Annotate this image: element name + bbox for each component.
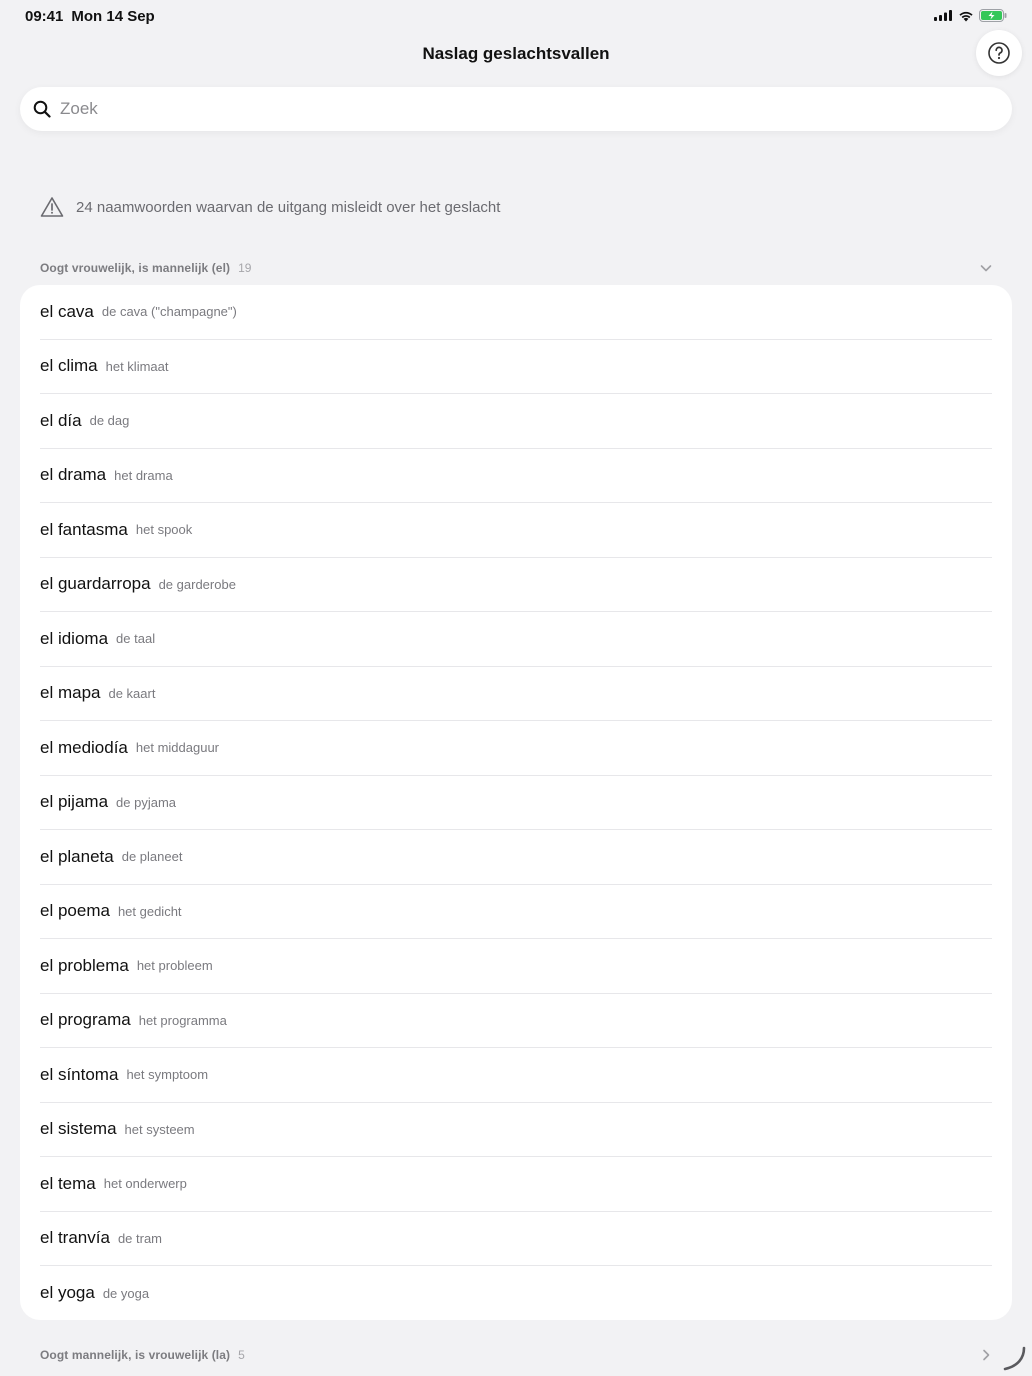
warning-icon bbox=[40, 197, 64, 217]
list-item-translation: het symptoom bbox=[126, 1067, 209, 1083]
list-item[interactable]: el poema het gedicht bbox=[40, 885, 992, 939]
help-button[interactable] bbox=[976, 30, 1022, 76]
section-count: 5 bbox=[238, 1348, 245, 1362]
section-header-feminine[interactable]: Oogt mannelijk, is vrouwelijk (la) 5 bbox=[40, 1345, 1000, 1365]
list-item-translation: de kaart bbox=[108, 685, 156, 701]
status-time: 09:41 Mon 14 Sep bbox=[25, 8, 155, 25]
list-item-translation: het klimaat bbox=[105, 358, 169, 374]
list-item[interactable]: el síntoma het symptoom bbox=[40, 1048, 992, 1103]
list-item[interactable]: el sistema het systeem bbox=[40, 1103, 992, 1157]
list-item-translation: het systeem bbox=[124, 1121, 195, 1137]
list-item-translation: de planeet bbox=[121, 849, 183, 865]
list-item-translation: het onderwerp bbox=[103, 1176, 187, 1192]
list-item-word: el síntoma bbox=[40, 1064, 119, 1084]
list-item-word: el clima bbox=[40, 356, 98, 376]
list-item-word: el pijama bbox=[40, 792, 109, 812]
list-item[interactable]: el planeta de planeet bbox=[40, 830, 992, 885]
list-item-word: el cava bbox=[40, 301, 94, 321]
list-item-word: el problema bbox=[40, 955, 129, 975]
list-item-translation: de cava ("champagne") bbox=[101, 304, 237, 320]
list-item-word: el sistema bbox=[40, 1119, 117, 1139]
list-item[interactable]: el mapa de kaart bbox=[40, 667, 992, 721]
notice: 24 naamwoorden waarvan de uitgang mislei… bbox=[40, 196, 500, 218]
list-item-word: el idioma bbox=[40, 628, 109, 648]
list-item-translation: het probleem bbox=[136, 958, 213, 974]
list-item[interactable]: el pijama de pyjama bbox=[40, 776, 992, 830]
list-item-translation: de pyjama bbox=[116, 794, 177, 810]
list-item-translation: de garderobe bbox=[158, 576, 236, 592]
list-item-word: el mapa bbox=[40, 683, 101, 703]
list-item-translation: het gedicht bbox=[117, 903, 182, 919]
list-item[interactable]: el cava de cava ("champagne") bbox=[40, 285, 992, 340]
section-title: Oogt vrouwelijk, is mannelijk (el) bbox=[40, 261, 231, 275]
list-item-word: el mediodía bbox=[40, 737, 128, 757]
list-item[interactable]: el día de dag bbox=[40, 394, 992, 449]
list-item-word: el día bbox=[40, 410, 82, 430]
list-item[interactable]: el mediodía het middaguur bbox=[40, 721, 992, 776]
list-item-translation: de taal bbox=[116, 631, 156, 647]
list-item-word: el yoga bbox=[40, 1283, 95, 1303]
search-icon bbox=[33, 100, 51, 118]
list-item-word: el tema bbox=[40, 1173, 96, 1193]
section-title: Oogt mannelijk, is vrouwelijk (la) bbox=[40, 1348, 231, 1362]
list-item-translation: het drama bbox=[114, 467, 173, 483]
section-count: 19 bbox=[238, 261, 252, 275]
list-item-translation: het middaguur bbox=[135, 740, 220, 756]
list-item-word: el programa bbox=[40, 1010, 131, 1030]
list-item-word: el tranvía bbox=[40, 1228, 110, 1248]
list-item-word: el drama bbox=[40, 465, 107, 485]
list-item[interactable]: el problema het probleem bbox=[40, 939, 992, 994]
corner-indicator-icon bbox=[1003, 1346, 1026, 1371]
list-item[interactable]: el tema het onderwerp bbox=[40, 1157, 992, 1212]
list-item-word: el guardarropa bbox=[40, 574, 151, 594]
chevron-right-icon[interactable] bbox=[979, 1348, 993, 1362]
list-item-translation: de tram bbox=[117, 1230, 163, 1246]
list-item[interactable]: el yoga de yoga bbox=[40, 1266, 992, 1321]
wifi-icon bbox=[959, 11, 973, 21]
list-item-word: el fantasma bbox=[40, 519, 128, 539]
list-item[interactable]: el fantasma het spook bbox=[40, 503, 992, 558]
status-date: Mon 14 Sep bbox=[71, 8, 155, 25]
status-icons bbox=[934, 9, 1007, 22]
section-header-masculine[interactable]: Oogt vrouwelijk, is mannelijk (el) 19 bbox=[40, 258, 1000, 278]
list-item-word: el planeta bbox=[40, 846, 114, 866]
page-title: Naslag geslachtsvallen bbox=[422, 44, 610, 63]
notice-text: 24 naamwoorden waarvan de uitgang mislei… bbox=[76, 198, 501, 216]
list-item-translation: de dag bbox=[89, 413, 130, 429]
list-item[interactable]: el programa het programma bbox=[40, 994, 992, 1048]
list-item-word: el poema bbox=[40, 901, 110, 921]
list-item[interactable]: el guardarropa de garderobe bbox=[40, 558, 992, 612]
list-item[interactable]: el clima het klimaat bbox=[40, 340, 992, 394]
question-circle-icon bbox=[988, 42, 1010, 64]
battery-charging-icon bbox=[979, 9, 1007, 22]
status-time-text: 09:41 bbox=[25, 8, 64, 25]
status-bar: 09:41 Mon 14 Sep bbox=[0, 0, 1032, 32]
list-item-translation: het spook bbox=[135, 522, 193, 538]
list-item[interactable]: el tranvía de tram bbox=[40, 1212, 992, 1266]
list-item[interactable]: el drama het drama bbox=[40, 449, 992, 503]
cellular-signal-icon bbox=[934, 10, 952, 21]
list-item[interactable]: el idioma de taal bbox=[40, 612, 992, 667]
list-item-translation: de yoga bbox=[102, 1285, 150, 1301]
search-input[interactable] bbox=[60, 99, 960, 119]
word-list-card: el cava de cava ("champagne") el clima het… bbox=[20, 285, 1012, 1320]
search-bar[interactable] bbox=[20, 87, 1012, 131]
list-item-translation: het programma bbox=[138, 1012, 227, 1028]
chevron-down-icon[interactable] bbox=[979, 261, 993, 275]
